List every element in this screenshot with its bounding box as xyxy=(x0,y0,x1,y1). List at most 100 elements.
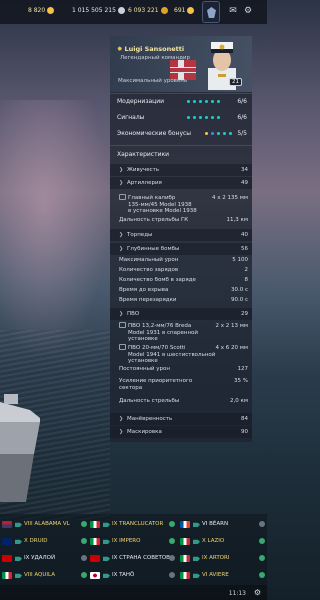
stat-label: Постоянный урон xyxy=(119,366,170,372)
commander-rank: Легендарный командир xyxy=(120,55,190,61)
stat-detail-row: Главный калибр 135-мм/45 Model 1938 в ус… xyxy=(110,194,252,216)
characteristics-header: Характеристики xyxy=(110,151,252,161)
stat-label: Время до взрыва xyxy=(119,287,169,293)
mail-icon[interactable]: ✉ xyxy=(228,6,238,16)
ship-class-icon xyxy=(103,573,110,578)
free-xp-counter[interactable]: 6 093 221 xyxy=(128,7,168,14)
stat-value: 5 100 xyxy=(232,257,248,263)
clan-emblem-icon[interactable] xyxy=(202,1,220,23)
commander-name: ✸ Luigi Sansonetti xyxy=(117,45,184,53)
status-bar: 11:13 ⚙ xyxy=(0,585,267,600)
flag-jp-icon xyxy=(90,571,100,579)
stat-label: Время перезарядки xyxy=(119,297,177,303)
team-player-entry[interactable]: IX TAHÖ xyxy=(90,567,178,583)
team-player-entry[interactable]: VI AVIERE xyxy=(180,567,268,583)
signals-count: 6/6 xyxy=(237,114,247,121)
stat-value: 29 xyxy=(241,311,248,317)
economic-bonuses-count: 5/5 xyxy=(237,130,247,137)
team-player-entry[interactable]: IX IMPERO xyxy=(90,533,178,549)
chevron-right-icon: ❯ xyxy=(119,416,124,422)
free-xp-icon xyxy=(160,7,168,14)
economic-bonuses-label: Экономические бонусы xyxy=(117,130,192,137)
ship-class-icon xyxy=(15,573,22,578)
italy-flag-icon xyxy=(170,60,196,80)
player-status-icon xyxy=(259,572,265,578)
team-player-entry[interactable]: IX ARTORI xyxy=(180,550,268,566)
stat-section-row[interactable]: ❯ Торпеды 40 xyxy=(110,229,252,241)
team-player-entry[interactable]: VI BÉARN xyxy=(180,516,268,532)
team-ship-name: IX ARTORI xyxy=(202,555,230,561)
team-ship-name: IX TAHÖ xyxy=(112,572,135,578)
commander-name-text: Luigi Sansonetti xyxy=(124,45,185,53)
flag-it-icon xyxy=(180,571,190,579)
stat-detail-row: Максимальный урон 5 100 xyxy=(110,256,252,266)
stat-section-row[interactable]: ❯ Глубинные бомбы 56 xyxy=(110,243,252,255)
team-player-entry[interactable]: X DRUID xyxy=(2,533,90,549)
stat-value: 49 xyxy=(241,180,248,186)
stat-detail-row: Количество бомб в заряде 8 xyxy=(110,276,252,286)
stat-detail-row: Усиление приоритетного сектора 35 % xyxy=(110,377,252,395)
stat-detail-row: Время до взрыва 30.0 с xyxy=(110,286,252,296)
flag-it-icon xyxy=(180,537,190,545)
doubloons-counter[interactable]: 8 820 xyxy=(28,7,55,14)
flag-us-icon xyxy=(2,520,12,528)
stat-section-row[interactable]: ❯ Артиллерия 49 xyxy=(110,177,252,189)
team-player-entry[interactable]: VIII AQUILA xyxy=(2,567,90,583)
team-ship-name: IX УДАЛОЙ xyxy=(24,555,56,561)
upgrades-row[interactable]: Модернизации 6/6 xyxy=(117,98,247,108)
ship-class-icon xyxy=(193,573,200,578)
stat-value: 8 xyxy=(244,277,249,283)
upgrades-slots xyxy=(187,100,220,103)
clan-points-counter[interactable]: 691 xyxy=(174,7,195,14)
flag-it-icon xyxy=(90,537,100,545)
stat-value: 2 xyxy=(244,267,249,273)
team-ship-name: VI AVIERE xyxy=(202,572,229,578)
stat-section-row[interactable]: ❯ Маскировка 90 xyxy=(110,426,252,438)
chevron-right-icon: ❯ xyxy=(119,246,124,252)
signals-slots xyxy=(187,116,220,119)
gear-icon[interactable]: ⚙ xyxy=(243,6,253,16)
upgrades-count: 6/6 xyxy=(237,98,247,105)
team-ship-name: VIII ALABAMA VL xyxy=(24,521,70,527)
team-player-entry[interactable]: X LAZIO xyxy=(180,533,268,549)
player-status-icon xyxy=(81,538,87,544)
clan-points-value: 691 xyxy=(174,7,186,14)
aa-gun-icon xyxy=(119,344,126,350)
team-player-entry[interactable]: IX УДАЛОЙ xyxy=(2,550,90,566)
stat-label: Дальность стрельбы ГК xyxy=(119,217,189,223)
flag-fr-icon xyxy=(180,520,190,528)
settings-icon[interactable]: ⚙ xyxy=(254,588,261,597)
team-ship-name: X DRUID xyxy=(24,538,48,544)
team-ship-name: X LAZIO xyxy=(202,538,225,544)
stat-detail-row: ПВО 20-мм/70 Scotti Model 1941 в шестист… xyxy=(110,344,252,364)
stat-section-row[interactable]: ❯ ПВО 29 xyxy=(110,308,252,320)
economic-bonuses-row[interactable]: Экономические бонусы 5/5 xyxy=(117,130,247,140)
player-status-icon xyxy=(259,521,265,527)
stat-value: 90 xyxy=(241,429,248,435)
stat-label: Глубинные бомбы xyxy=(127,246,180,252)
economic-bonuses-slots xyxy=(205,132,232,135)
team-player-entry[interactable]: VIII ALABAMA VL xyxy=(2,516,90,532)
ship-class-icon xyxy=(193,556,200,561)
team-ship-name: VI BÉARN xyxy=(202,521,229,527)
stat-section-row[interactable]: ❯ Живучесть 34 xyxy=(110,164,252,176)
divider xyxy=(110,145,252,146)
stat-label: Торпеды xyxy=(127,232,153,238)
stat-section-row[interactable]: ❯ Манёвренность 84 xyxy=(110,413,252,425)
ship-class-icon xyxy=(103,539,110,544)
chevron-right-icon: ❯ xyxy=(119,232,124,238)
signals-row[interactable]: Сигналы 6/6 xyxy=(117,114,247,124)
stat-value: 4 x 2 135 мм xyxy=(211,195,248,201)
stat-label: ПВО xyxy=(127,311,140,317)
team-player-entry[interactable]: IX СТРАНА СОВЕТОВ xyxy=(90,550,178,566)
stat-detail-row: Постоянный урон 127 xyxy=(110,365,252,375)
aa-gun-icon xyxy=(119,322,126,328)
top-resource-bar: 8 820 1 015 505 215 6 093 221 691 ✉ ⚙ xyxy=(0,0,267,24)
player-status-icon xyxy=(169,538,175,544)
stat-label: Артиллерия xyxy=(127,180,162,186)
team-player-entry[interactable]: IX TRANCLUCATOR xyxy=(90,516,178,532)
stat-value: 2,0 км xyxy=(230,398,248,404)
credits-counter[interactable]: 1 015 505 215 xyxy=(72,7,125,14)
chevron-right-icon: ❯ xyxy=(119,429,124,435)
stat-value: 56 xyxy=(241,246,248,252)
